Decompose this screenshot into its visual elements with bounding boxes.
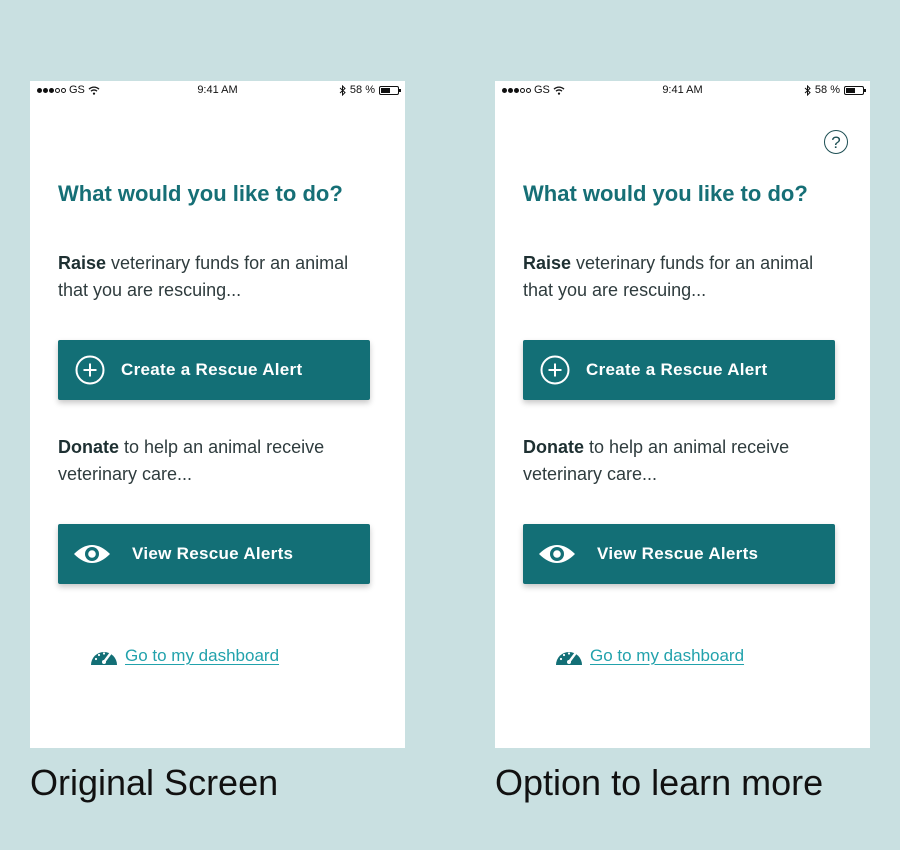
bluetooth-icon bbox=[804, 84, 811, 96]
status-bar: GS 9:41 AM 58 % bbox=[495, 81, 870, 101]
raise-bold: Raise bbox=[523, 253, 572, 273]
raise-description: Raise veterinary funds for an animal tha… bbox=[523, 250, 823, 304]
eye-icon bbox=[539, 545, 575, 563]
view-rescue-alerts-button[interactable]: View Rescue Alerts bbox=[58, 524, 370, 584]
plus-circle-icon bbox=[540, 355, 570, 385]
view-button-label: View Rescue Alerts bbox=[132, 544, 294, 563]
speedometer-icon bbox=[91, 652, 117, 665]
plus-circle-icon bbox=[75, 355, 105, 385]
page-title: What would you like to do? bbox=[523, 181, 808, 206]
create-rescue-alert-button[interactable]: Create a Rescue Alert bbox=[523, 340, 835, 400]
page-title: What would you like to do? bbox=[58, 181, 343, 206]
battery-percent: 58 % bbox=[349, 84, 375, 96]
go-to-dashboard-link[interactable]: Go to my dashboard bbox=[590, 646, 744, 666]
create-button-label: Create a Rescue Alert bbox=[121, 360, 303, 379]
phone-original-screen: GS 9:41 AM 58 % What would you like to d… bbox=[30, 81, 405, 748]
battery-percent: 58 % bbox=[814, 84, 840, 96]
donate-description: Donate to help an animal receive veterin… bbox=[523, 434, 823, 488]
create-button-label: Create a Rescue Alert bbox=[586, 360, 768, 379]
eye-icon bbox=[74, 545, 110, 563]
caption-option-learn-more: Option to learn more bbox=[495, 762, 824, 803]
view-button-label: View Rescue Alerts bbox=[597, 544, 759, 563]
go-to-dashboard-link[interactable]: Go to my dashboard bbox=[125, 646, 279, 666]
speedometer-icon bbox=[556, 652, 582, 665]
donate-bold: Donate bbox=[58, 437, 120, 457]
raise-bold: Raise bbox=[58, 253, 107, 273]
battery-fill bbox=[381, 87, 391, 93]
dashboard-link-row[interactable]: Go to my dashboard bbox=[89, 645, 279, 667]
caption-original-screen: Original Screen bbox=[30, 762, 279, 803]
view-rescue-alerts-button[interactable]: View Rescue Alerts bbox=[523, 524, 835, 584]
donate-description: Donate to help an animal receive veterin… bbox=[58, 434, 358, 488]
battery-fill bbox=[846, 87, 856, 93]
raise-description: Raise veterinary funds for an animal tha… bbox=[58, 250, 358, 304]
dashboard-link-row[interactable]: Go to my dashboard bbox=[554, 645, 744, 667]
status-bar: GS 9:41 AM 58 % bbox=[30, 81, 405, 101]
battery-icon bbox=[379, 85, 401, 95]
create-rescue-alert-button[interactable]: Create a Rescue Alert bbox=[58, 340, 370, 400]
donate-bold: Donate bbox=[523, 437, 585, 457]
bluetooth-icon bbox=[339, 84, 346, 96]
battery-icon bbox=[844, 85, 866, 95]
phone-learn-more-option: GS 9:41 AM 58 % ? What would you like to… bbox=[495, 81, 870, 748]
help-question-icon[interactable]: ? bbox=[824, 130, 848, 154]
